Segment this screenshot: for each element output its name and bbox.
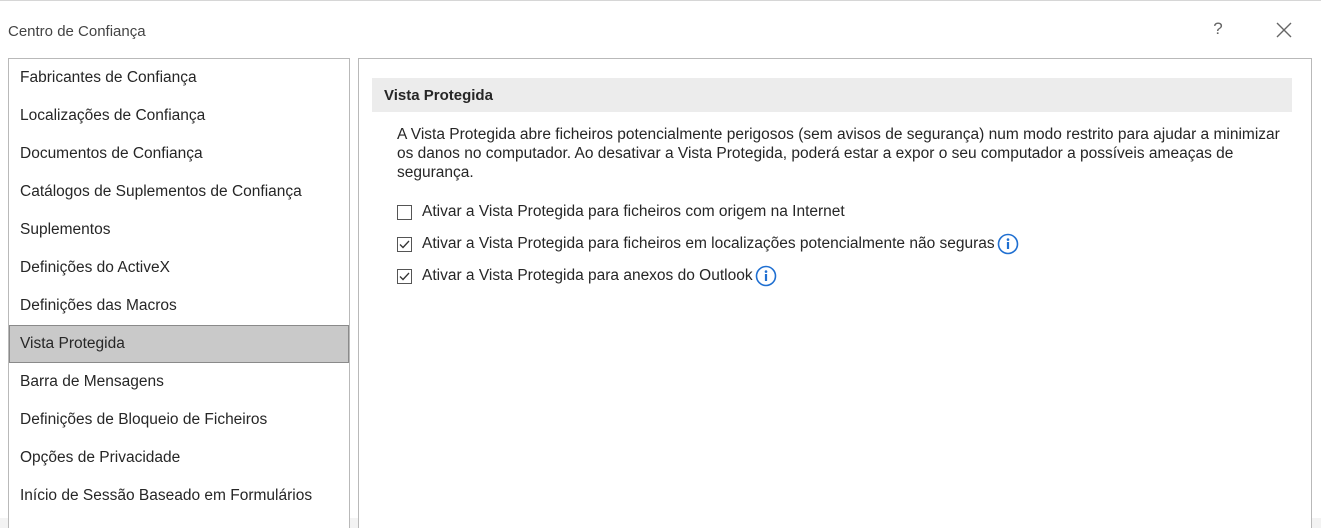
sidebar-item-label: Definições de Bloqueio de Ficheiros (20, 411, 268, 428)
window-title: Centro de Confiança (8, 23, 146, 40)
sidebar-item-file-block-settings[interactable]: Definições de Bloqueio de Ficheiros (9, 401, 349, 439)
option-internet-files[interactable]: Ativar a Vista Protegida para ficheiros … (397, 201, 845, 223)
sidebar-item-form-based-sign-in[interactable]: Início de Sessão Baseado em Formulários (9, 477, 349, 515)
main-panel: Vista Protegida A Vista Protegida abre f… (358, 58, 1312, 528)
sidebar-item-label: Definições do ActiveX (20, 259, 170, 276)
sidebar-item-activex-settings[interactable]: Definições do ActiveX (9, 249, 349, 287)
sidebar-item-macro-settings[interactable]: Definições das Macros (9, 287, 349, 325)
sidebar-item-label: Localizações de Confiança (20, 107, 206, 124)
sidebar-item-label: Início de Sessão Baseado em Formulários (20, 487, 313, 504)
option-unsafe-locations[interactable]: Ativar a Vista Protegida para ficheiros … (397, 233, 1019, 255)
sidebar-item-trusted-publishers[interactable]: Fabricantes de Confiança (9, 59, 349, 97)
option-label: Ativar a Vista Protegida para anexos do … (422, 267, 753, 284)
sidebar-item-trusted-locations[interactable]: Localizações de Confiança (9, 97, 349, 135)
sidebar-item-label: Vista Protegida (20, 335, 125, 352)
option-label: Ativar a Vista Protegida para ficheiros … (422, 203, 845, 220)
title-bar: Centro de Confiança ? (0, 1, 1321, 49)
sidebar-item-label: Suplementos (20, 221, 111, 238)
info-icon[interactable] (755, 265, 777, 287)
sidebar-item-label: Opções de Privacidade (20, 449, 181, 466)
option-outlook-attachments[interactable]: Ativar a Vista Protegida para anexos do … (397, 265, 777, 287)
option-label: Ativar a Vista Protegida para ficheiros … (422, 235, 995, 252)
checkbox-unchecked[interactable] (397, 204, 412, 220)
sidebar-item-addins[interactable]: Suplementos (9, 211, 349, 249)
sidebar-item-protected-view[interactable]: Vista Protegida (9, 325, 349, 363)
info-icon[interactable] (997, 233, 1019, 255)
section-title: Vista Protegida (384, 87, 493, 104)
description-text: A Vista Protegida abre ficheiros potenci… (397, 126, 1280, 181)
sidebar-item-label: Definições das Macros (20, 297, 177, 314)
sidebar: Fabricantes de Confiança Localizações de… (8, 58, 350, 528)
sidebar-item-label: Barra de Mensagens (20, 373, 164, 390)
close-icon[interactable] (1272, 18, 1296, 42)
sidebar-item-label: Fabricantes de Confiança (20, 69, 197, 86)
sidebar-item-label: Catálogos de Suplementos de Confiança (20, 183, 302, 200)
sidebar-item-label: Documentos de Confiança (20, 145, 203, 162)
trust-center-dialog: Centro de Confiança ? Fabricantes de Con… (0, 0, 1321, 528)
help-button[interactable]: ? (1208, 19, 1228, 43)
sidebar-item-message-bar[interactable]: Barra de Mensagens (9, 363, 349, 401)
sidebar-item-privacy-options[interactable]: Opções de Privacidade (9, 439, 349, 477)
checkbox-checked[interactable] (397, 236, 412, 252)
section-header: Vista Protegida (372, 78, 1292, 112)
checkbox-checked[interactable] (397, 268, 412, 284)
sidebar-item-trusted-addin-catalogs[interactable]: Catálogos de Suplementos de Confiança (9, 173, 349, 211)
sidebar-item-trusted-documents[interactable]: Documentos de Confiança (9, 135, 349, 173)
